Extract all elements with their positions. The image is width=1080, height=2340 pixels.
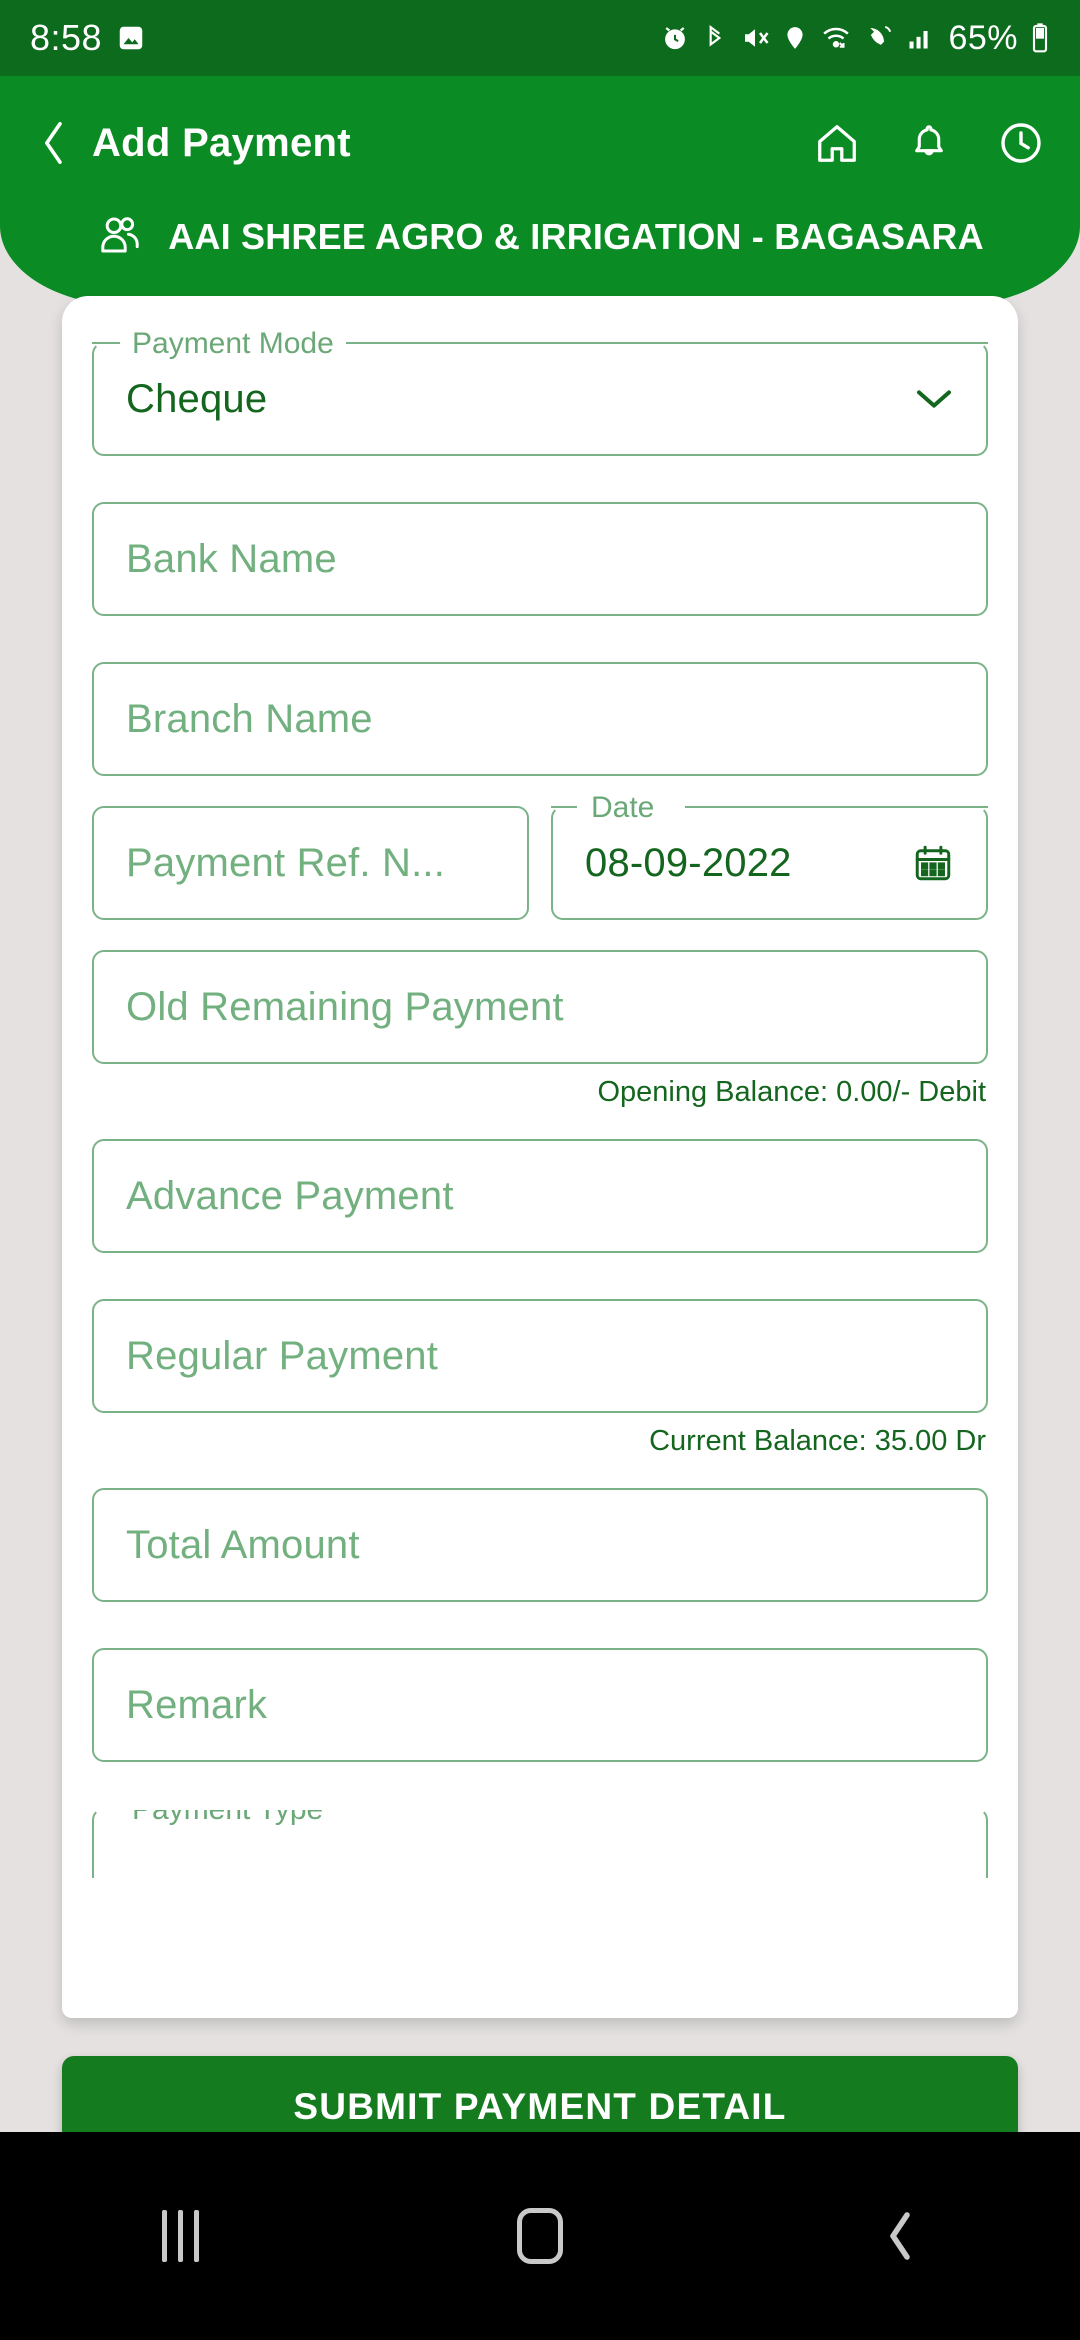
ref-date-row: Payment Ref. N... Date 08-09-2022: [92, 791, 988, 920]
branch-name-input[interactable]: Branch Name: [92, 662, 988, 776]
payment-type-dropdown[interactable]: Payment Type: [92, 1808, 988, 1878]
payment-form-card: Payment Mode Cheque Bank Name Branch Nam…: [62, 296, 1018, 2018]
payment-mode-label: Payment Mode: [120, 327, 346, 361]
status-time: 8:58: [30, 17, 103, 58]
bluetooth-icon: [702, 23, 728, 53]
old-remaining-payment-input[interactable]: Old Remaining Payment: [92, 950, 988, 1064]
remark-placeholder: Remark: [126, 1682, 268, 1727]
alarm-icon: [660, 23, 690, 53]
current-balance-helper: Current Balance: 35.00 Dr: [649, 1425, 986, 1457]
android-nav-bar: [0, 2132, 1080, 2340]
app-header: Add Payment AAI SHREE AGRO & IRRIGATION …: [0, 76, 1080, 306]
total-amount-placeholder: Total Amount: [126, 1522, 360, 1567]
recents-icon[interactable]: [110, 2186, 250, 2286]
payment-ref-no-placeholder: Payment Ref. N...: [126, 840, 446, 885]
image-icon: [116, 23, 146, 53]
remark-input[interactable]: Remark: [92, 1648, 988, 1762]
status-bar: 8:58 65%: [0, 0, 1080, 76]
back-chevron-icon[interactable]: [830, 2186, 970, 2286]
form: Payment Mode Cheque Bank Name Branch Nam…: [92, 296, 988, 1878]
payment-mode-dropdown[interactable]: Payment Mode Cheque: [92, 327, 988, 456]
regular-payment-input[interactable]: Regular Payment: [92, 1299, 988, 1413]
app-bar: Add Payment: [0, 98, 1080, 188]
bank-name-input[interactable]: Bank Name: [92, 502, 988, 616]
payment-mode-value: Cheque: [126, 376, 268, 421]
home-square-icon[interactable]: [470, 2186, 610, 2286]
total-amount-input[interactable]: Total Amount: [92, 1488, 988, 1602]
signal-icon: [906, 23, 934, 53]
home-icon[interactable]: [812, 118, 862, 168]
phone-screen: 8:58 65% Add Payment AAI SHREE AGRO & IR…: [0, 0, 1080, 2340]
advance-payment-placeholder: Advance Payment: [126, 1173, 454, 1218]
opening-balance-helper: Opening Balance: 0.00/- Debit: [597, 1076, 986, 1108]
date-value: 08-09-2022: [585, 840, 792, 885]
status-bar-left: 8:58: [30, 17, 146, 59]
customer-row: AAI SHREE AGRO & IRRIGATION - BAGASARA: [0, 200, 1080, 274]
back-chevron-icon[interactable]: [34, 115, 74, 171]
clock-icon[interactable]: [996, 118, 1046, 168]
status-bar-right: 65%: [660, 19, 1050, 58]
page-title: Add Payment: [92, 120, 351, 165]
location-icon: [782, 23, 808, 53]
payment-type-label: Payment Type: [120, 1810, 336, 1827]
battery-icon: [1030, 22, 1050, 54]
advance-payment-input[interactable]: Advance Payment: [92, 1139, 988, 1253]
app-bar-actions: [812, 118, 1046, 168]
wifi-icon: [820, 23, 852, 53]
bank-name-placeholder: Bank Name: [126, 536, 337, 581]
bell-icon[interactable]: [904, 118, 954, 168]
chevron-down-icon[interactable]: [914, 386, 954, 412]
mute-icon: [740, 23, 770, 53]
payment-ref-no-input[interactable]: Payment Ref. N...: [92, 806, 529, 920]
customer-name: AAI SHREE AGRO & IRRIGATION - BAGASARA: [168, 216, 984, 257]
old-remaining-payment-placeholder: Old Remaining Payment: [126, 984, 564, 1029]
date-field[interactable]: Date 08-09-2022: [551, 791, 988, 920]
regular-payment-placeholder: Regular Payment: [126, 1333, 439, 1378]
calendar-icon[interactable]: [912, 842, 954, 884]
call-icon: [864, 23, 894, 53]
battery-percent: 65%: [948, 18, 1018, 57]
branch-name-placeholder: Branch Name: [126, 696, 373, 741]
date-label: Date: [579, 791, 667, 825]
people-icon: [96, 211, 144, 264]
